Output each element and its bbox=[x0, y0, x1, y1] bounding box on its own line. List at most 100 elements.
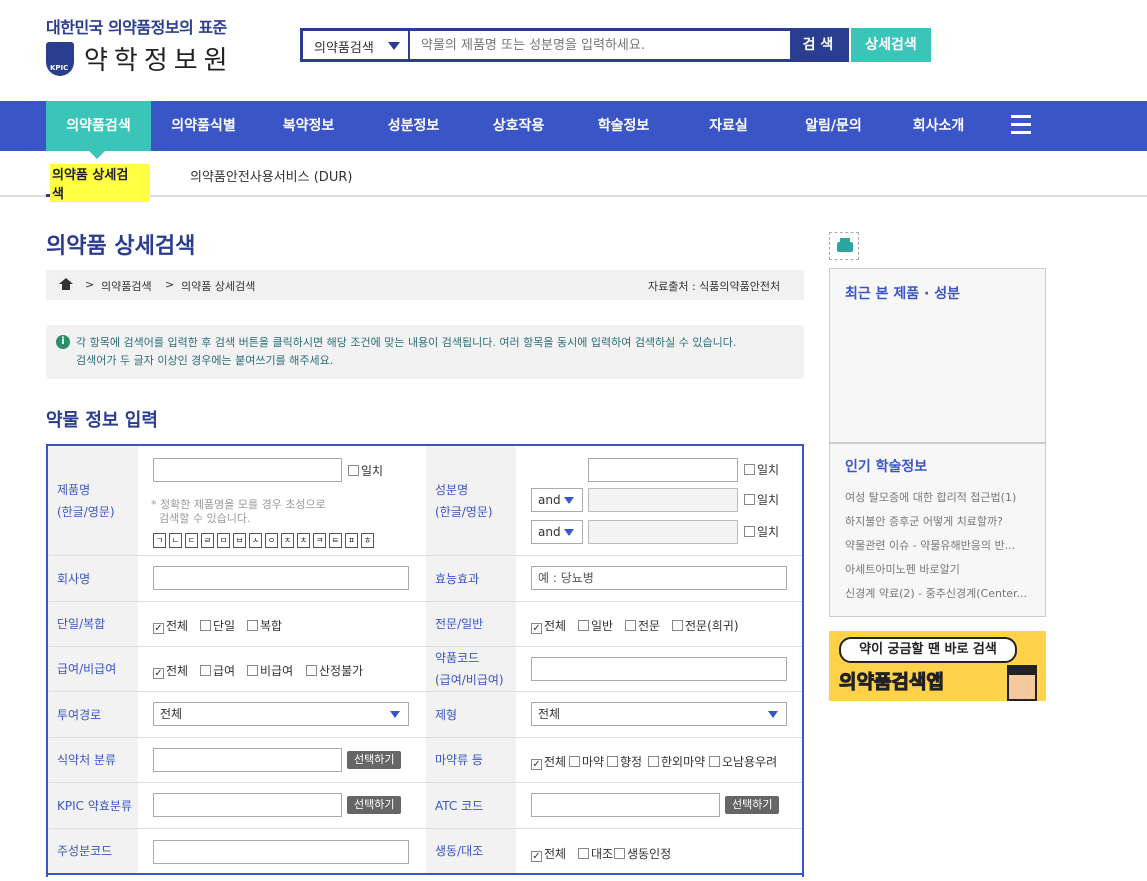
dropdown-arrow-icon bbox=[564, 497, 574, 504]
form-row: 식약처 분류 선택하기 마약류 등 ✓ 전체 마약 향정 한외마약 오남용우려 bbox=[48, 738, 802, 783]
nav-item-interaction[interactable]: 상호작용 bbox=[471, 101, 566, 151]
rx-otc-all-checkbox[interactable]: ✓ 전체 bbox=[531, 617, 566, 634]
app-banner[interactable]: 약이 궁금할 땐 바로 검색 의약품검색앱 bbox=[829, 631, 1046, 701]
kpic-select-button[interactable]: 선택하기 bbox=[347, 796, 402, 814]
rx-rare-checkbox[interactable]: 전문(희귀) bbox=[672, 617, 739, 634]
nav-item-medication-info[interactable]: 복약정보 bbox=[261, 101, 356, 151]
bioequiv-approved-checkbox[interactable]: 생동인정 bbox=[614, 845, 671, 862]
drug-code-input[interactable] bbox=[531, 657, 787, 681]
logo-badge-text: KPIC bbox=[50, 64, 69, 72]
data-source: 자료출처 : 식품의약품안전처 bbox=[648, 280, 781, 293]
coverage-all-checkbox[interactable]: ✓ 전체 bbox=[153, 662, 188, 679]
kpic-class-input[interactable] bbox=[153, 793, 342, 817]
subnav-item-dur[interactable]: 의약품안전사용서비스 (DUR) bbox=[190, 166, 352, 185]
recent-viewed-panel: 최근 본 제품 · 성분 bbox=[829, 268, 1046, 443]
chosung-button[interactable]: ㅊ bbox=[297, 533, 310, 548]
mfds-select-button[interactable]: 선택하기 bbox=[347, 751, 402, 769]
chosung-button[interactable]: ㅎ bbox=[361, 533, 374, 548]
checkbox-label: 단일 bbox=[213, 619, 236, 633]
and-operator-select[interactable]: and bbox=[531, 488, 583, 512]
nav-item-drug-search[interactable]: 의약품검색 bbox=[46, 101, 151, 151]
psychotropic-checkbox[interactable]: 향정 bbox=[607, 753, 642, 770]
route-select[interactable]: 전체 bbox=[153, 702, 409, 726]
efficacy-input[interactable]: 예 : 당뇨병 bbox=[531, 566, 787, 590]
single-checkbox[interactable]: 단일 bbox=[200, 617, 235, 634]
breadcrumb-item[interactable]: 의약품 상세검색 bbox=[181, 278, 255, 294]
section-title: 약물 정보 입력 bbox=[46, 410, 158, 431]
nav-item-company[interactable]: 회사소개 bbox=[891, 101, 986, 151]
exempt-narcotic-checkbox[interactable]: 한외마약 bbox=[648, 753, 705, 770]
hamburger-icon[interactable] bbox=[1011, 115, 1031, 135]
popular-item[interactable]: 아세트아미노펜 바로알기 bbox=[845, 561, 1035, 577]
coverage-label: 급여/비급여 bbox=[48, 647, 138, 691]
checkbox-label: 대조 bbox=[591, 847, 614, 861]
ingredient-exact-checkbox[interactable]: 일치 bbox=[744, 461, 779, 478]
kpic-emblem-icon[interactable]: KPIC bbox=[46, 42, 74, 76]
subnav-item-detail-search[interactable]: 의약품 상세검색 bbox=[46, 151, 150, 202]
form-type-select[interactable]: 전체 bbox=[531, 702, 787, 726]
home-icon[interactable] bbox=[59, 278, 73, 290]
single-combo-all-checkbox[interactable]: ✓ 전체 bbox=[153, 617, 188, 634]
ingredient-code-input[interactable] bbox=[153, 840, 409, 864]
checkbox-label: 마약 bbox=[582, 755, 605, 769]
ingredient-exact-checkbox[interactable]: 일치 bbox=[744, 523, 779, 540]
chosung-button[interactable]: ㅌ bbox=[329, 533, 342, 548]
nav-item-ingredient-info[interactable]: 성분정보 bbox=[366, 101, 461, 151]
notice-box: i 각 항목에 검색어를 입력한 후 검색 버튼을 클릭하시면 해당 조건에 맞… bbox=[46, 325, 804, 379]
ingredient-input-3[interactable] bbox=[588, 520, 738, 544]
ingredient-input-1[interactable] bbox=[588, 458, 738, 482]
company-input[interactable] bbox=[153, 566, 409, 590]
and-operator-select[interactable]: and bbox=[531, 520, 583, 544]
print-icon[interactable] bbox=[829, 232, 859, 260]
search-form: 제품명 (한글/영문) 일치 * 정확한 제품명을 모를 경우 초성으로 검색할 수… bbox=[46, 444, 804, 877]
single-combo-label: 단일/복합 bbox=[48, 602, 138, 646]
chosung-button[interactable]: ㅅ bbox=[249, 533, 262, 548]
chosung-button[interactable]: ㅈ bbox=[281, 533, 294, 548]
dropdown-arrow-icon bbox=[564, 529, 574, 536]
nav-item-resources[interactable]: 자료실 bbox=[681, 101, 776, 151]
uncovered-checkbox[interactable]: 비급여 bbox=[247, 662, 293, 679]
popular-item[interactable]: 신경계 약료(2) - 중추신경계(Center... bbox=[845, 585, 1035, 601]
ingredient-exact-checkbox[interactable]: 일치 bbox=[744, 491, 779, 508]
otc-checkbox[interactable]: 일반 bbox=[578, 617, 613, 634]
bioequiv-all-checkbox[interactable]: ✓ 전체 bbox=[531, 845, 566, 862]
not-calculable-checkbox[interactable]: 산정불가 bbox=[306, 662, 363, 679]
chosung-button[interactable]: ㄷ bbox=[185, 533, 198, 548]
rx-checkbox[interactable]: 전문 bbox=[625, 617, 660, 634]
popular-item[interactable]: 약물관련 이슈 - 약물유해반응의 반... bbox=[845, 537, 1035, 553]
breadcrumb-item[interactable]: 의약품검색 bbox=[101, 278, 152, 294]
chosung-button[interactable]: ㅋ bbox=[313, 533, 326, 548]
advanced-search-button[interactable]: 상세검색 bbox=[851, 28, 931, 62]
chosung-button[interactable]: ㅇ bbox=[265, 533, 278, 548]
product-name-input[interactable] bbox=[153, 458, 342, 482]
reference-checkbox[interactable]: 대조 bbox=[578, 845, 613, 862]
chosung-button[interactable]: ㅍ bbox=[345, 533, 358, 548]
popular-item[interactable]: 하지불안 증후군 어떻게 치료할까? bbox=[845, 513, 1035, 529]
popular-item[interactable]: 여성 탈모증에 대한 합리적 접근법(1) bbox=[845, 489, 1035, 505]
search-button[interactable]: 검 색 bbox=[790, 31, 846, 59]
nav-item-drug-identify[interactable]: 의약품식별 bbox=[156, 101, 251, 151]
chosung-button[interactable]: ㄴ bbox=[169, 533, 182, 548]
ingredient-name-label: 성분명 (한글/영문) bbox=[426, 446, 516, 555]
chosung-button[interactable]: ㅂ bbox=[233, 533, 246, 548]
atc-select-button[interactable]: 선택하기 bbox=[725, 796, 780, 814]
chosung-button[interactable]: ㅁ bbox=[217, 533, 230, 548]
site-logo[interactable]: 약학정보원 bbox=[84, 40, 234, 77]
combo-checkbox[interactable]: 복합 bbox=[247, 617, 282, 634]
search-input[interactable] bbox=[411, 31, 789, 59]
nav-item-notice[interactable]: 알림/문의 bbox=[786, 101, 881, 151]
atc-code-input[interactable] bbox=[531, 793, 720, 817]
chosung-button[interactable]: ㄱ bbox=[153, 533, 166, 548]
narcotic-all-checkbox[interactable]: ✓ 전체 bbox=[531, 753, 566, 770]
search-category-select[interactable]: 의약품검색 bbox=[303, 31, 410, 59]
kpic-class-label: KPIC 약효분류 bbox=[48, 783, 138, 828]
covered-checkbox[interactable]: 급여 bbox=[200, 662, 235, 679]
nav-item-academic[interactable]: 학술정보 bbox=[576, 101, 671, 151]
abuse-concern-checkbox[interactable]: 오남용우려 bbox=[709, 753, 777, 770]
narcotic-checkbox[interactable]: 마약 bbox=[569, 753, 604, 770]
chosung-button[interactable]: ㄹ bbox=[201, 533, 214, 548]
product-exact-checkbox[interactable]: 일치 bbox=[348, 462, 383, 479]
label-text: 성분명 bbox=[435, 482, 469, 497]
ingredient-input-2[interactable] bbox=[588, 488, 738, 512]
mfds-class-input[interactable] bbox=[153, 748, 342, 772]
